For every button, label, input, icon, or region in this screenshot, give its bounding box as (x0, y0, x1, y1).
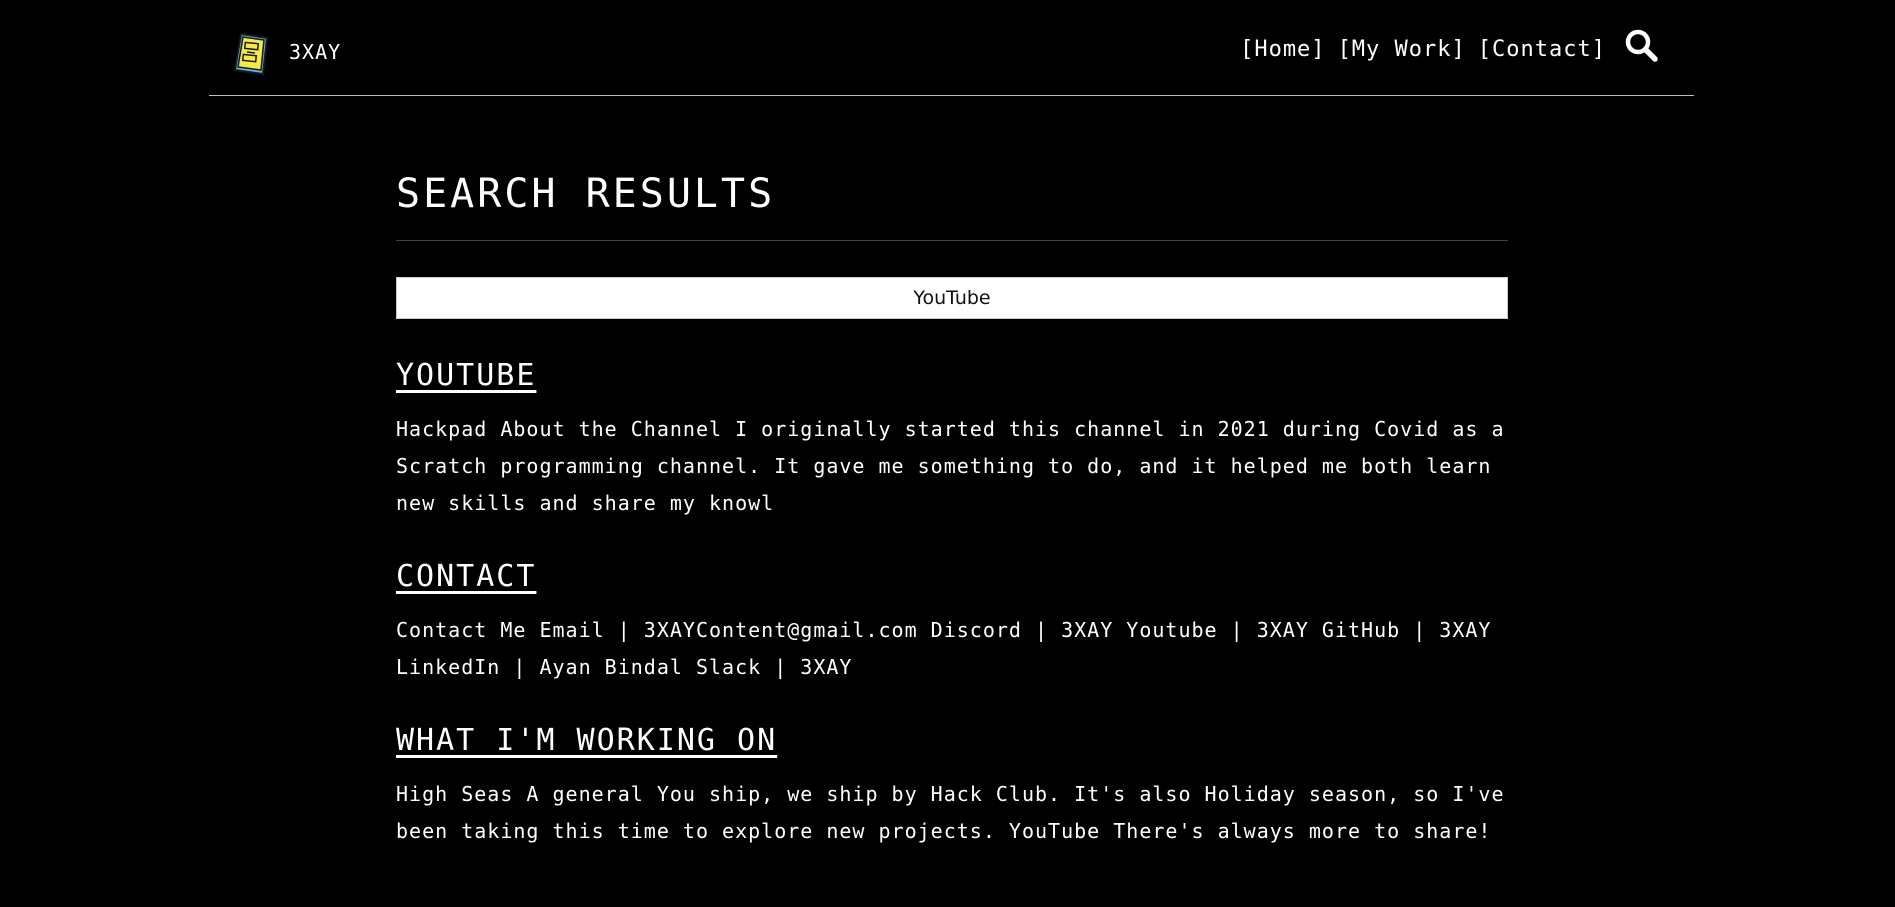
nav-home-link[interactable]: [Home] (1240, 37, 1325, 62)
result-snippet: High Seas A general You ship, we ship by… (396, 782, 1505, 843)
search-result: YOUTUBE Hackpad About the Channel I orig… (396, 357, 1508, 522)
nav-contact-link[interactable]: [Contact] (1478, 37, 1606, 62)
site-header: 3XAY [Home] [My Work] [Contact] (209, 0, 1694, 96)
search-results-section: SEARCH RESULTS YOUTUBE Hackpad About the… (396, 160, 1508, 850)
page-title: SEARCH RESULTS (396, 160, 1508, 241)
notebook-face-icon[interactable] (233, 32, 269, 76)
main-nav: [Home] [My Work] [Contact] (1240, 29, 1658, 62)
search-result: WHAT I'M WORKING ON High Seas A general … (396, 722, 1508, 850)
result-title-link[interactable]: WHAT I'M WORKING ON (396, 722, 777, 760)
result-title-link[interactable]: CONTACT (396, 558, 536, 596)
nav-my-work-link[interactable]: [My Work] (1338, 37, 1466, 62)
result-snippet: Hackpad About the Channel I originally s… (396, 417, 1505, 515)
result-title-link[interactable]: YOUTUBE (396, 357, 536, 395)
site-name-link[interactable]: 3XAY (289, 40, 341, 64)
search-result: CONTACT Contact Me Email | 3XAYContent@g… (396, 558, 1508, 686)
search-input[interactable] (396, 277, 1508, 319)
result-snippet: Contact Me Email | 3XAYContent@gmail.com… (396, 618, 1492, 679)
search-icon[interactable] (1624, 28, 1658, 62)
